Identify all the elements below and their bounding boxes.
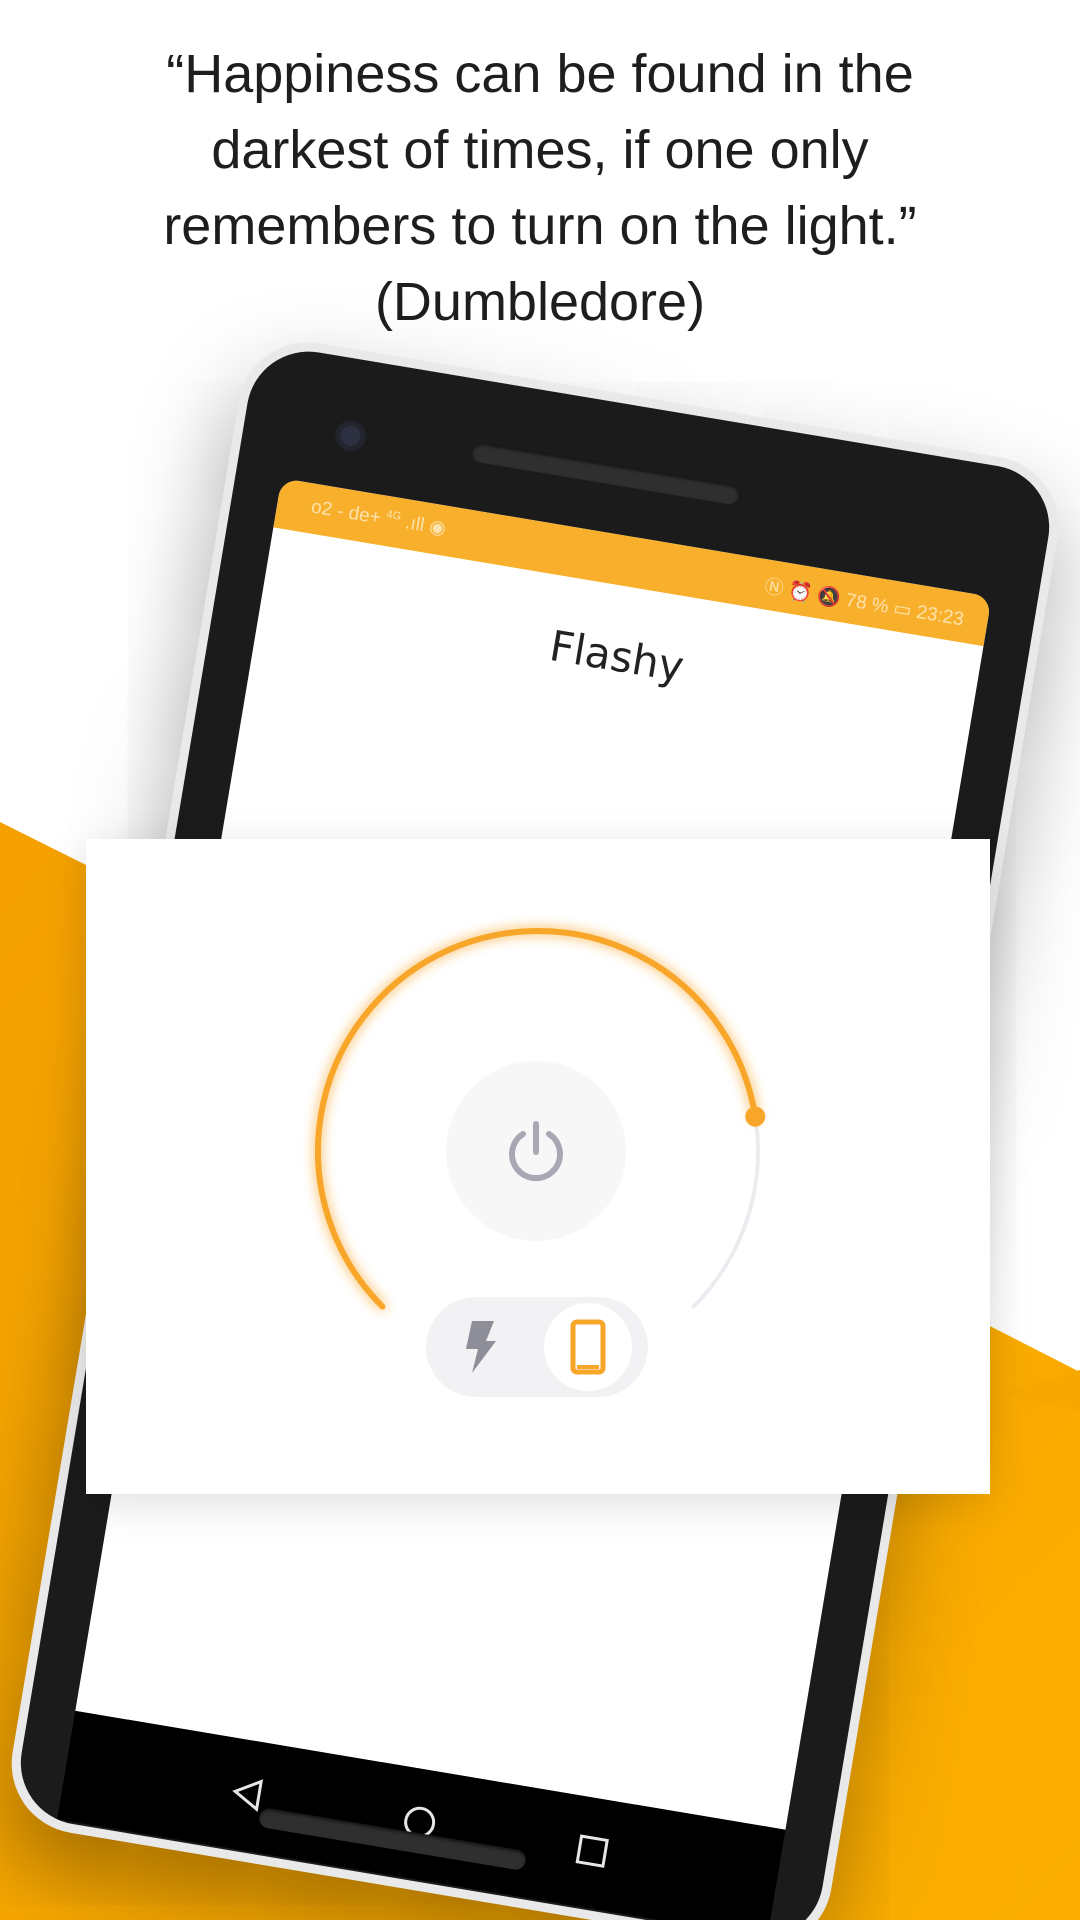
triangle-back-icon	[232, 1779, 264, 1812]
power-button[interactable]	[446, 1061, 626, 1241]
battery-percent: 78 %	[844, 589, 891, 618]
battery-icon: ▭	[891, 597, 914, 622]
status-bar-right: Ⓝ ⏰ 🔕 78 % ▭ 23:23	[763, 571, 966, 631]
nav-recents-button[interactable]	[566, 1825, 619, 1878]
mode-toggle[interactable]	[426, 1297, 648, 1397]
flash-icon	[466, 1321, 496, 1373]
alarm-icon: ⏰	[786, 580, 814, 606]
screen-light-icon	[570, 1319, 606, 1375]
promo-page: “Happiness can be found in the darkest o…	[0, 0, 1080, 1920]
power-icon	[509, 1121, 563, 1182]
nfc-icon: Ⓝ	[762, 576, 786, 601]
carrier-label: o2 - de+	[309, 496, 383, 529]
eye-icon: ◉	[427, 516, 448, 540]
square-recents-icon	[575, 1834, 609, 1868]
status-bar-left: o2 - de+ 4G .ıll ◉	[309, 495, 448, 540]
mode-screen-option[interactable]	[544, 1303, 632, 1391]
dial-knob[interactable]	[745, 1106, 766, 1127]
mode-flash-option[interactable]	[440, 1307, 520, 1387]
status-time: 23:23	[914, 601, 966, 631]
signal-icon: .ıll	[403, 512, 426, 537]
earpiece-speaker	[471, 441, 741, 506]
flashlight-control-card	[86, 839, 990, 1494]
network-type-label: 4G	[385, 508, 403, 523]
mute-icon: 🔕	[815, 585, 843, 610]
camera-icon	[333, 418, 368, 454]
